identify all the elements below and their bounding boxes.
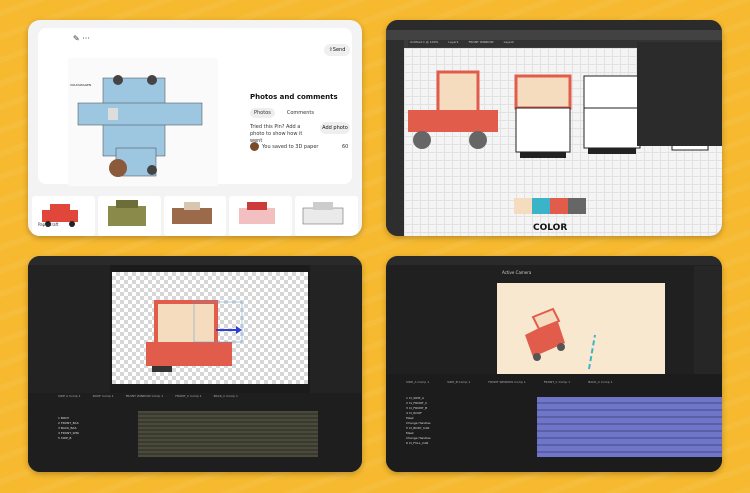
- tab-comments[interactable]: Comments: [283, 108, 318, 118]
- ae-toolbar[interactable]: [28, 256, 362, 265]
- send-button[interactable]: ⇪ Send: [324, 44, 350, 56]
- effects-panel[interactable]: [694, 266, 722, 374]
- pin-image[interactable]: VOLKSWAGEN: [68, 58, 218, 186]
- viewer-label: Active Camera: [502, 270, 532, 275]
- tl-tab[interactable]: ROOF Comp 1: [93, 394, 114, 398]
- avatar[interactable]: [250, 142, 259, 151]
- tl-tab[interactable]: FRONT WINDOW Comp 1: [488, 380, 526, 384]
- tl-tab[interactable]: BACK_C Comp 1: [214, 394, 238, 398]
- properties-panel[interactable]: [637, 42, 722, 146]
- pinterest-panel: ✎ ··· ⇪ Send VOLKSWAGEN Photos and comme…: [28, 20, 362, 236]
- ae-toolbar[interactable]: [386, 256, 720, 265]
- tl-tab[interactable]: BACK_C Comp 1: [588, 380, 612, 384]
- layer-row[interactable]: 6 CI_FULL_CAR: [406, 441, 431, 446]
- tl-tab[interactable]: SIDE_A Comp 1: [406, 380, 429, 384]
- comments-tabs: Photos Comments: [250, 108, 318, 118]
- related-pin-jeep[interactable]: [97, 196, 161, 236]
- aftereffects-camera-panel: Active Camera SIDE_A Comp 1 SIDE_B Comp …: [386, 256, 722, 472]
- add-photo-button[interactable]: Add photo: [320, 122, 350, 134]
- related-pin-red-car[interactable]: [32, 196, 95, 236]
- doc-tab[interactable]: Untitled-1 @ 100%: [410, 40, 438, 47]
- timeline-tabs: SIDE_A Comp 1 SIDE_B Comp 1 FRONT WINDOW…: [406, 380, 613, 384]
- tl-tab[interactable]: FRONT_C Comp 1: [175, 394, 201, 398]
- svg-text:VOLKSWAGEN: VOLKSWAGEN: [70, 83, 91, 87]
- related-pin-pink-car[interactable]: [229, 196, 293, 236]
- related-pin-white-car[interactable]: [295, 196, 358, 236]
- composition-viewer[interactable]: [112, 272, 308, 384]
- pin-count: 60: [342, 144, 349, 150]
- timeline-tracks[interactable]: [537, 397, 722, 457]
- doc-tab[interactable]: FRONT WINDOW: [469, 40, 494, 47]
- tl-tab[interactable]: FRONT_C Comp 1: [544, 380, 570, 384]
- control-bar[interactable]: [386, 30, 722, 40]
- effects-panel[interactable]: [310, 265, 362, 393]
- tl-tab[interactable]: SIDE_B Comp 1: [447, 380, 470, 384]
- tab-photos[interactable]: Photos: [250, 108, 275, 118]
- composition-viewer[interactable]: [497, 283, 665, 378]
- timeline-tracks[interactable]: [138, 411, 318, 457]
- doc-tab[interactable]: Layer2: [504, 40, 514, 47]
- layer-list: 1 BODY 2 FRONT_BAS 3 BACK_BAS 4 FRONT_WI…: [58, 416, 79, 441]
- color-label: COLOR: [533, 223, 568, 233]
- tools-panel[interactable]: [386, 40, 404, 236]
- comments-title: Photos and comments: [250, 93, 338, 101]
- related-pin-brown-car[interactable]: [163, 196, 227, 236]
- saved-text: You saved to 3D paper: [262, 143, 319, 150]
- layer-list: 1 CI_SIDE_A 2 CI_FRONT_C 3 CI_FRONT_B 4 …: [406, 396, 431, 446]
- more-menu-icon[interactable]: ✎ ···: [73, 34, 90, 43]
- menu-bar[interactable]: [386, 20, 722, 30]
- strip-label: Papercraft: [38, 222, 59, 227]
- illustrator-panel: Untitled-1 @ 100% Layer1 FRONT WINDOW La…: [386, 20, 722, 236]
- related-pins-strip: [28, 196, 362, 236]
- doc-tab[interactable]: Layer1: [448, 40, 458, 47]
- layer-row[interactable]: 5 SIDE_B: [58, 436, 79, 441]
- project-panel[interactable]: [28, 265, 110, 393]
- saved-info: You saved to 3D paper: [250, 142, 318, 151]
- timeline-tabs: SIDE A Comp 1 ROOF Comp 1 FRONT WINDOW C…: [58, 394, 238, 398]
- tl-tab[interactable]: SIDE A Comp 1: [58, 394, 81, 398]
- tl-tab[interactable]: FRONT WINDOW Comp 1: [126, 394, 164, 398]
- aftereffects-panel: SIDE A Comp 1 ROOF Comp 1 FRONT WINDOW C…: [28, 256, 362, 472]
